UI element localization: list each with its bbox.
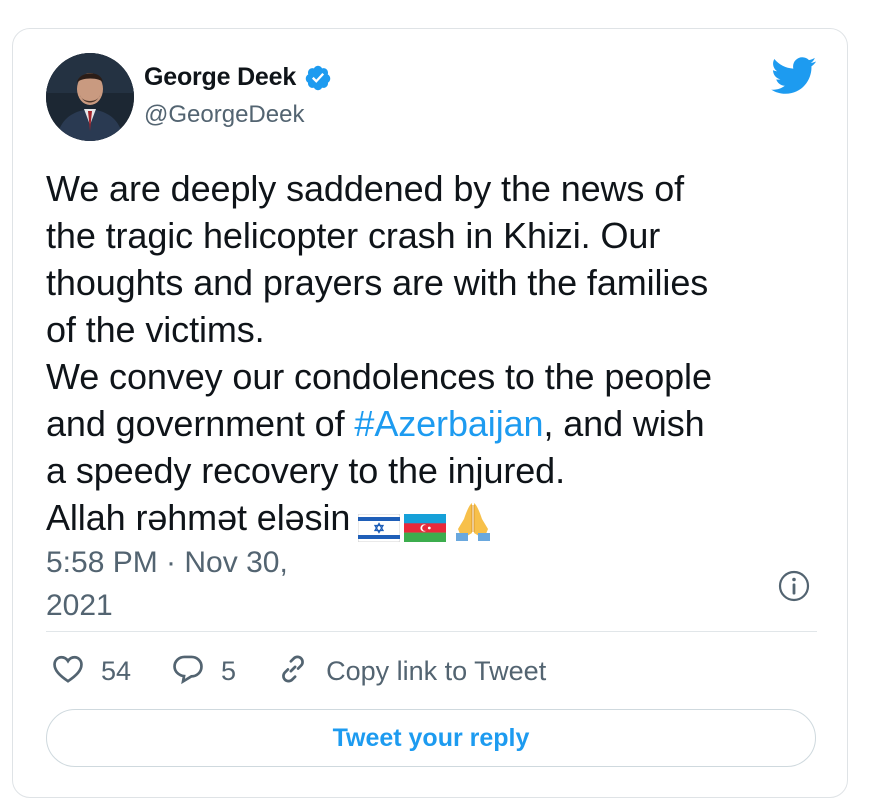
folded-hands-emoji [450,499,496,542]
israel-flag-emoji [357,506,401,543]
likes-count: 54 [101,655,132,686]
avatar[interactable] [46,53,134,141]
reply-bubble-icon [171,652,205,691]
copy-link-label: Copy link to Tweet [326,655,547,686]
tweet-text: We are deeply saddened by the news of th… [46,165,836,543]
reply-count-button[interactable]: 5 [171,652,236,691]
tweet-line: a speedy recovery to the injured. [46,450,565,491]
like-button[interactable]: 54 [51,652,131,691]
hashtag-link[interactable]: #Azerbaijan [354,403,543,444]
timestamp-line: 2021 [46,589,113,622]
azerbaijan-flag-emoji [404,506,447,543]
author-handle[interactable]: @GeorgeDeek [144,101,304,129]
tweet-timestamp[interactable]: 5:58 PM · Nov 30, 2021 [46,541,288,627]
tweet-line: and government of #Azerbaijan, and wish [46,400,836,447]
copy-link-button[interactable]: Copy link to Tweet [276,652,546,691]
tweet-line: the tragic helicopter crash in Khizi. Ou… [46,215,661,256]
tweet-actions: 54 5 Copy link to Tweet [51,649,586,693]
replies-count: 5 [221,655,237,686]
twitter-bird-icon[interactable] [771,57,817,95]
tweet-text-segment: , and wish [543,403,705,444]
tweet-line: Allah rəhmət eləsin [46,494,836,543]
tweet-line: We convey our condolences to the people [46,356,712,397]
tweet-line: of the victims. [46,309,265,350]
info-icon[interactable] [777,569,811,603]
link-icon [276,652,310,691]
tweet-line: We are deeply saddened by the news of [46,168,685,209]
reply-button-label: Tweet your reply [332,723,530,752]
tweet-text-segment: and government of [46,403,355,444]
emoji-group [357,499,496,543]
author-display-name[interactable]: George Deek [144,63,296,92]
timestamp-line: 5:58 PM · Nov 30, [46,546,288,579]
tweet-line: thoughts and prayers are with the famili… [46,262,709,303]
verified-badge-icon [304,64,332,92]
author-name-row[interactable]: George Deek [144,63,332,92]
tweet-card: George Deek @GeorgeDeek We are deeply sa… [12,28,848,798]
heart-icon [51,652,85,691]
divider [46,631,817,632]
tweet-text-segment: Allah rəhmət eləsin [46,497,351,538]
tweet-reply-button[interactable]: Tweet your reply [46,709,816,767]
